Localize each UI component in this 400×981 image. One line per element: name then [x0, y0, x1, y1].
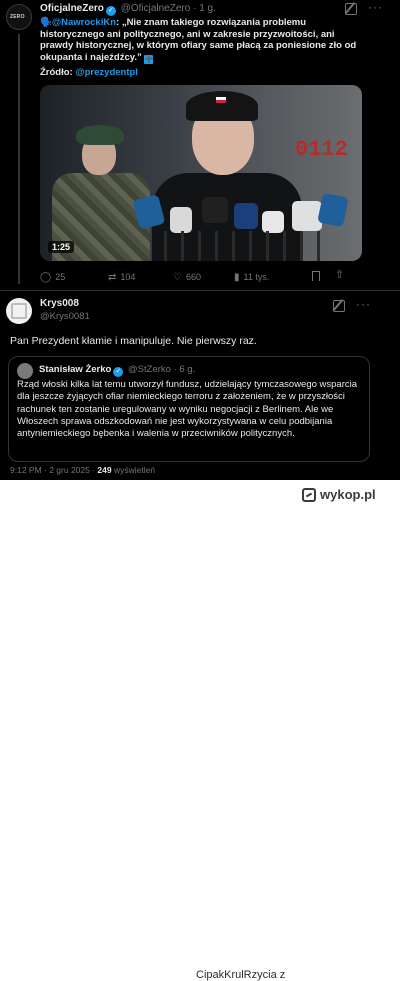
microphone-stands	[150, 231, 330, 261]
tweet-text: 🗣️@NawrockiKn: „Nie znam takiego rozwiąz…	[40, 17, 360, 64]
twitter-thread: ZERO OficjalneZero ✓ @OficjalneZero · 1 g…	[0, 0, 400, 480]
grok-icon[interactable]	[333, 300, 345, 312]
quote-author-name: Stanisław Żerko	[39, 364, 112, 375]
microphone	[234, 203, 258, 229]
video-plate-number: 0112	[295, 137, 348, 162]
repost-button[interactable]: ⇄ 104	[108, 272, 135, 283]
quote-header: Stanisław Żerko ✓ @StZerko · 6 g.	[39, 364, 195, 377]
views-count: 11 tys.	[243, 272, 270, 282]
tweet-meta: 9:12 PM · 2 gru 2025 · 249 wyświetleń	[10, 465, 155, 475]
heart-icon: ♡	[173, 272, 182, 283]
avatar[interactable]	[6, 298, 32, 324]
author-name[interactable]: OficjalneZero	[40, 3, 104, 14]
reply-text: Pan Prezydent kłamie i manipuluje. Nie p…	[10, 335, 257, 347]
footer-separator: z	[279, 969, 286, 981]
meta-views-label: wyświetleń	[113, 465, 156, 475]
quote-author-handle: @StZerko	[127, 364, 171, 375]
tweet-time[interactable]: · 1 g.	[193, 3, 216, 14]
like-button[interactable]: ♡ 660	[173, 272, 201, 283]
source-mention[interactable]: @prezydentpl	[75, 67, 138, 78]
speech-bubble-icon: ◯	[40, 272, 52, 283]
author-handle[interactable]: @OficjalneZero	[121, 3, 191, 14]
speaker-cap	[186, 91, 258, 121]
more-icon[interactable]: ···	[368, 0, 383, 14]
microphone	[202, 197, 228, 223]
footer-user: CipakKrulRzycia	[196, 969, 277, 981]
source-label: Źródło:	[40, 67, 73, 78]
meta-time[interactable]: 9:12 PM · 2 gru 2025 ·	[10, 465, 95, 475]
repost-count: 104	[120, 272, 136, 282]
cap-flag-icon	[216, 97, 226, 103]
footer-username: CipakKrulRzycia z	[196, 969, 285, 981]
avatar-logo: ZERO	[10, 14, 25, 20]
more-icon[interactable]: ···	[356, 297, 371, 311]
quote-text: Rząd włoski kilka lat temu utworzył fund…	[17, 379, 358, 440]
reply-author-name[interactable]: Krys008	[40, 298, 79, 309]
quote-time: · 6 g.	[173, 364, 196, 375]
source-line: Źródło: @prezydentpl	[40, 67, 138, 78]
flag-icon: ➕	[144, 54, 154, 64]
repost-icon: ⇄	[108, 272, 117, 283]
video-player[interactable]: 0112 1:25	[40, 85, 362, 261]
share-icon[interactable]: ⇧	[335, 268, 344, 281]
mention-link[interactable]: @NawrockiKn	[52, 17, 116, 28]
like-count: 660	[185, 272, 201, 282]
verified-icon: ✓	[113, 367, 124, 377]
screenshot: ZERO OficjalneZero ✓ @OficjalneZero · 1 g…	[0, 0, 400, 981]
beret	[76, 125, 124, 145]
meta-views-count: 249	[97, 465, 112, 475]
speaker-icon: 🗣️	[40, 17, 52, 28]
views-button[interactable]: ▮ 11 tys.	[234, 272, 269, 283]
bar-chart-icon: ▮	[234, 272, 240, 283]
reply-author-handle[interactable]: @Krys0081	[40, 311, 90, 322]
microphone	[262, 211, 284, 233]
microphone	[170, 207, 192, 233]
footer-site-label: wykop.pl	[320, 487, 376, 502]
avatar-frame	[11, 303, 27, 319]
divider	[0, 290, 400, 291]
grok-icon[interactable]	[345, 3, 357, 15]
reply-button[interactable]: ◯ 25	[40, 272, 65, 283]
footer-site: wykop.pl	[314, 487, 376, 502]
thread-line	[18, 34, 20, 284]
tweet-header: OficjalneZero ✓ @OficjalneZero · 1 g.	[40, 3, 216, 16]
quoted-tweet[interactable]: Stanisław Żerko ✓ @StZerko · 6 g. Rząd wł…	[8, 356, 370, 462]
avatar[interactable]: ZERO	[6, 4, 32, 30]
verified-icon: ✓	[105, 6, 116, 16]
video-duration: 1:25	[48, 241, 75, 253]
quote-avatar	[17, 363, 33, 379]
bookmark-icon[interactable]	[312, 271, 320, 281]
reply-count: 25	[55, 272, 66, 282]
